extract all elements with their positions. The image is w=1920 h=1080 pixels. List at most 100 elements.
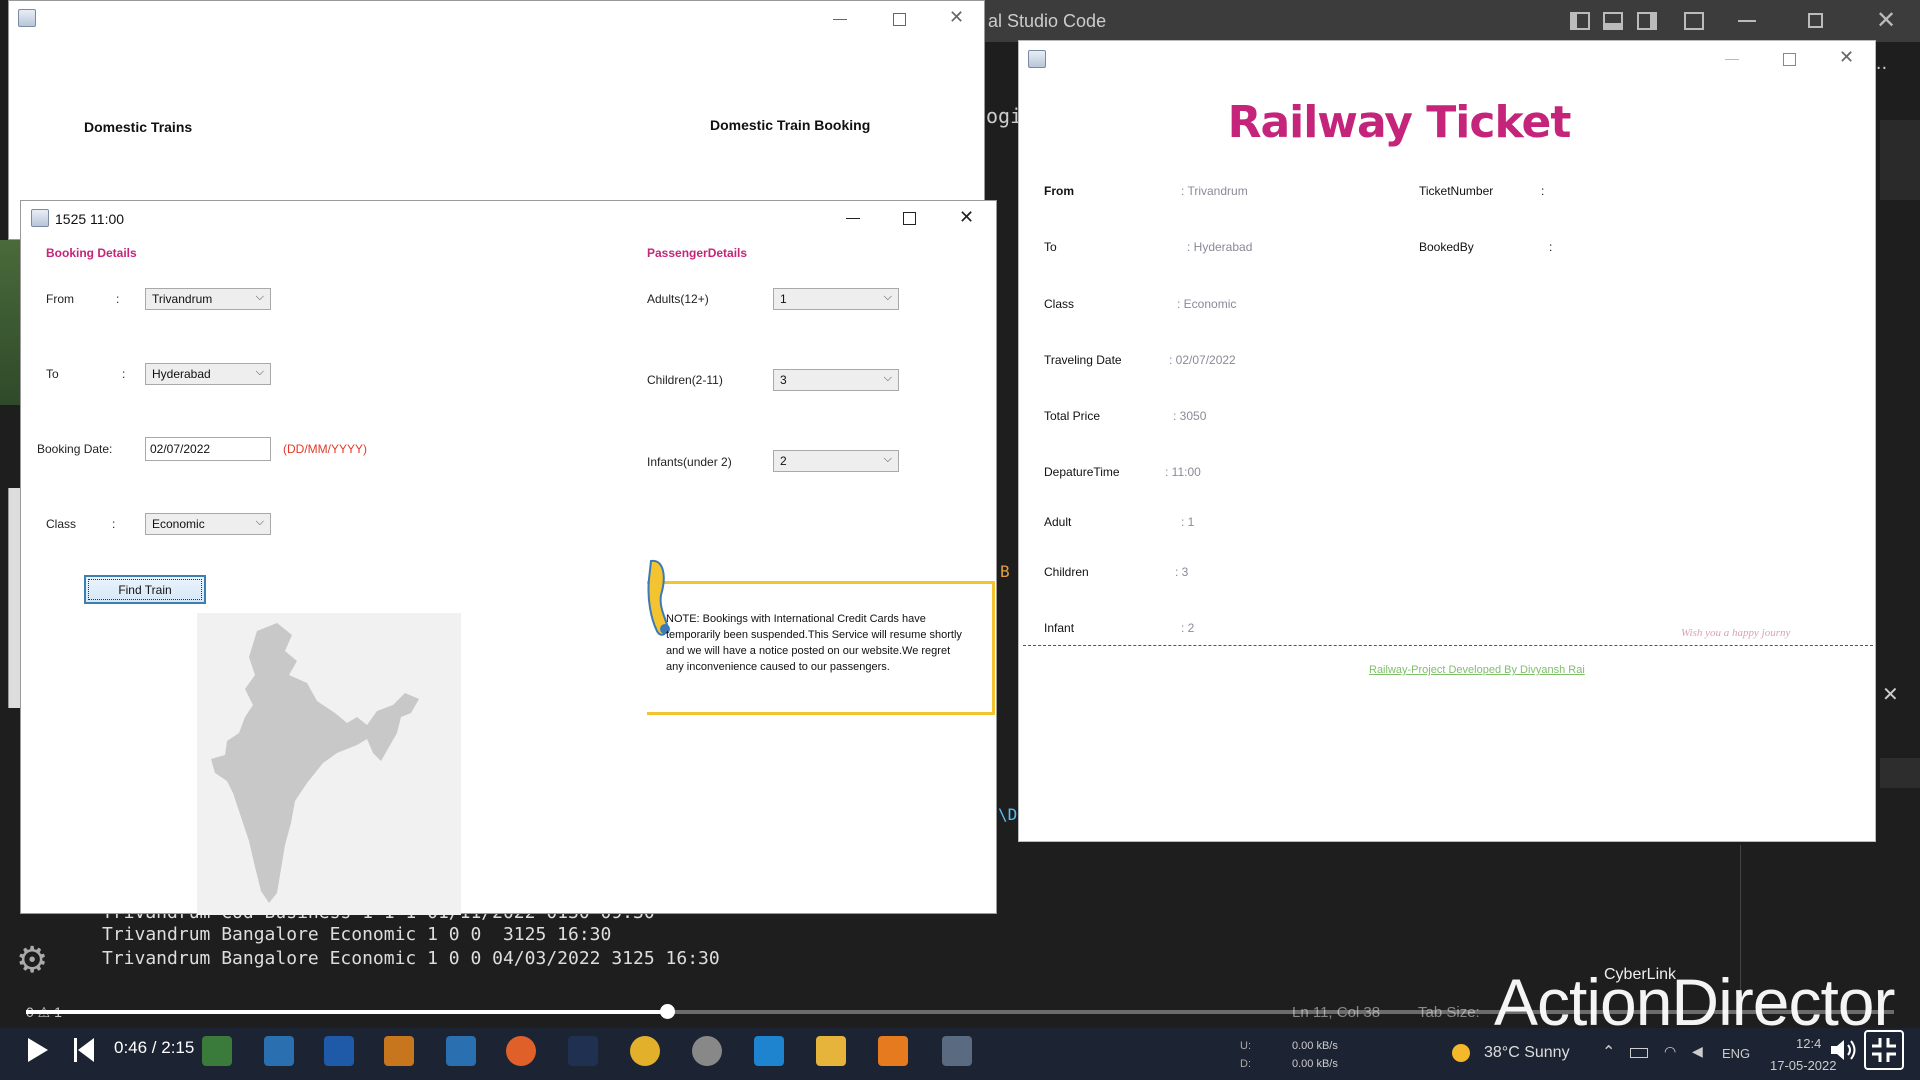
java-app-icon (1028, 50, 1046, 68)
developer-link[interactable]: Railway-Project Developed By Divyansh Ra… (1369, 664, 1585, 676)
date-format-hint: (DD/MM/YYYY) (283, 442, 367, 456)
chevron-down-icon: ⌵ (883, 453, 892, 465)
booking-date-label: Booking Date: (37, 442, 113, 456)
customize-layout-icon[interactable] (1684, 12, 1704, 30)
video-scrubber-handle[interactable] (659, 1004, 675, 1019)
to-label: To (46, 367, 59, 381)
mail-icon[interactable] (324, 1036, 354, 1066)
volume-icon[interactable] (1828, 1036, 1858, 1064)
app-icon-4[interactable] (384, 1036, 414, 1066)
java-icon[interactable] (942, 1036, 972, 1066)
vlc-icon[interactable] (878, 1036, 908, 1066)
from-select[interactable]: Trivandrum ⌵ (145, 288, 271, 310)
from-label: From (1044, 184, 1074, 198)
app-icon-1[interactable] (202, 1036, 232, 1066)
class-value: : Economic (1177, 297, 1237, 311)
booking-date-field[interactable]: 02/07/2022 (145, 437, 271, 461)
domestic-booking-title: Domestic Train Booking (710, 117, 871, 133)
infants-label: Infants(under 2) (647, 455, 732, 469)
wish-text: Wish you a happy journy (1681, 627, 1791, 639)
desktop-wallpaper-strip (0, 240, 20, 405)
video-time: 0:46 / 2:15 (114, 1038, 195, 1057)
from-select-value: Trivandrum (152, 292, 213, 306)
ticket-number-value: : (1541, 184, 1545, 198)
terminal-line: Trivandrum Bangalore Economic 1 0 0 3125… (102, 924, 612, 945)
maximize-icon[interactable] (903, 212, 916, 225)
app-icon-5[interactable] (446, 1036, 476, 1066)
adult-value: : 1 (1181, 515, 1195, 529)
minimize-icon[interactable] (846, 218, 860, 219)
window-title: 1525 11:00 (55, 211, 125, 227)
chrome-icon[interactable] (630, 1036, 660, 1066)
vscode-minimap (1880, 120, 1920, 200)
departure-time-label: DepatureTime (1044, 465, 1120, 479)
battery-icon[interactable] (1630, 1048, 1648, 1058)
adults-label: Adults(12+) (647, 292, 709, 306)
maximize-icon[interactable] (893, 13, 906, 26)
find-train-button[interactable]: Find Train (84, 575, 206, 604)
to-colon: : (122, 367, 126, 381)
toggle-primary-sidebar-icon[interactable] (1570, 12, 1590, 30)
children-select[interactable]: 3 ⌵ (773, 369, 899, 391)
app-icon-9[interactable] (692, 1036, 722, 1066)
ticket-title: Railway Ticket (1227, 97, 1572, 148)
wifi-icon[interactable]: ◠ (1664, 1044, 1676, 1060)
from-colon: : (116, 292, 120, 306)
class-colon: : (112, 517, 116, 531)
app-icon-7[interactable] (568, 1036, 598, 1066)
minimize-icon[interactable] (1725, 59, 1739, 60)
traveling-date-value: : 02/07/2022 (1169, 353, 1236, 367)
from-value: : Trivandrum (1181, 184, 1248, 198)
class-label: Class (46, 517, 77, 531)
traveling-date-label: Traveling Date (1044, 353, 1122, 367)
toggle-panel-icon[interactable] (1603, 12, 1623, 30)
video-progress-fill (26, 1010, 667, 1014)
find-train-label: Find Train (88, 579, 202, 600)
notice-pin-icon (647, 559, 670, 639)
infants-select-value: 2 (780, 454, 787, 468)
close-icon[interactable]: ✕ (949, 7, 964, 28)
adult-label: Adult (1044, 515, 1072, 529)
skip-back-icon[interactable] (74, 1038, 77, 1062)
class-label: Class (1044, 297, 1075, 311)
clock-date[interactable]: 17-05-2022 (1770, 1058, 1837, 1073)
vscode-restore-icon[interactable] (1808, 13, 1823, 28)
to-select[interactable]: Hyderabad ⌵ (145, 363, 271, 385)
video-timeline[interactable] (26, 1004, 1894, 1019)
vscode-title: al Studio Code (988, 11, 1107, 31)
tray-chevron-up-icon[interactable]: ⌃ (1602, 1042, 1615, 1061)
vscode-icon[interactable] (754, 1036, 784, 1066)
total-price-value: : 3050 (1173, 409, 1207, 423)
booking-details-header: Booking Details (46, 246, 137, 260)
language-indicator[interactable]: ENG (1722, 1046, 1750, 1061)
fullscreen-exit-icon[interactable] (1864, 1030, 1904, 1070)
close-icon[interactable]: ✕ (1839, 47, 1854, 68)
infants-select[interactable]: 2 ⌵ (773, 450, 899, 472)
play-icon[interactable] (28, 1038, 48, 1062)
departure-time-value: : 11:00 (1165, 465, 1201, 479)
weather-text[interactable]: 38°C Sunny (1484, 1044, 1570, 1062)
close-icon[interactable]: ✕ (959, 207, 974, 228)
maximize-icon[interactable] (1783, 53, 1796, 66)
children-label: Children(2-11) (647, 373, 723, 387)
class-select[interactable]: Economic ⌵ (145, 513, 271, 535)
minimize-icon[interactable] (833, 19, 847, 20)
vscode-close-icon[interactable]: ✕ (1876, 6, 1896, 34)
to-value: : Hyderabad (1187, 240, 1253, 254)
vscode-minimize-icon[interactable] (1738, 20, 1756, 22)
app-icon-2[interactable] (264, 1036, 294, 1066)
net-up-speed: 0.00 kB/s (1292, 1040, 1338, 1052)
adults-select[interactable]: 1 ⌵ (773, 288, 899, 310)
panel-close-icon[interactable]: ✕ (1882, 682, 1899, 706)
booked-by-label: BookedBy (1419, 240, 1474, 254)
clock-time[interactable]: 12:4 (1796, 1036, 1821, 1051)
toggle-secondary-sidebar-icon[interactable] (1637, 12, 1657, 30)
speaker-icon[interactable]: ◀ (1692, 1044, 1703, 1060)
india-map-image (197, 613, 461, 915)
to-select-value: Hyderabad (152, 367, 211, 381)
settings-gear-icon[interactable]: ⚙ (16, 940, 48, 981)
domestic-trains-title: Domestic Trains (84, 119, 193, 135)
ticket-window: ✕ Railway Ticket From : Trivandrum To : … (1018, 40, 1876, 842)
file-explorer-icon[interactable] (816, 1036, 846, 1066)
firefox-icon[interactable] (506, 1036, 536, 1066)
